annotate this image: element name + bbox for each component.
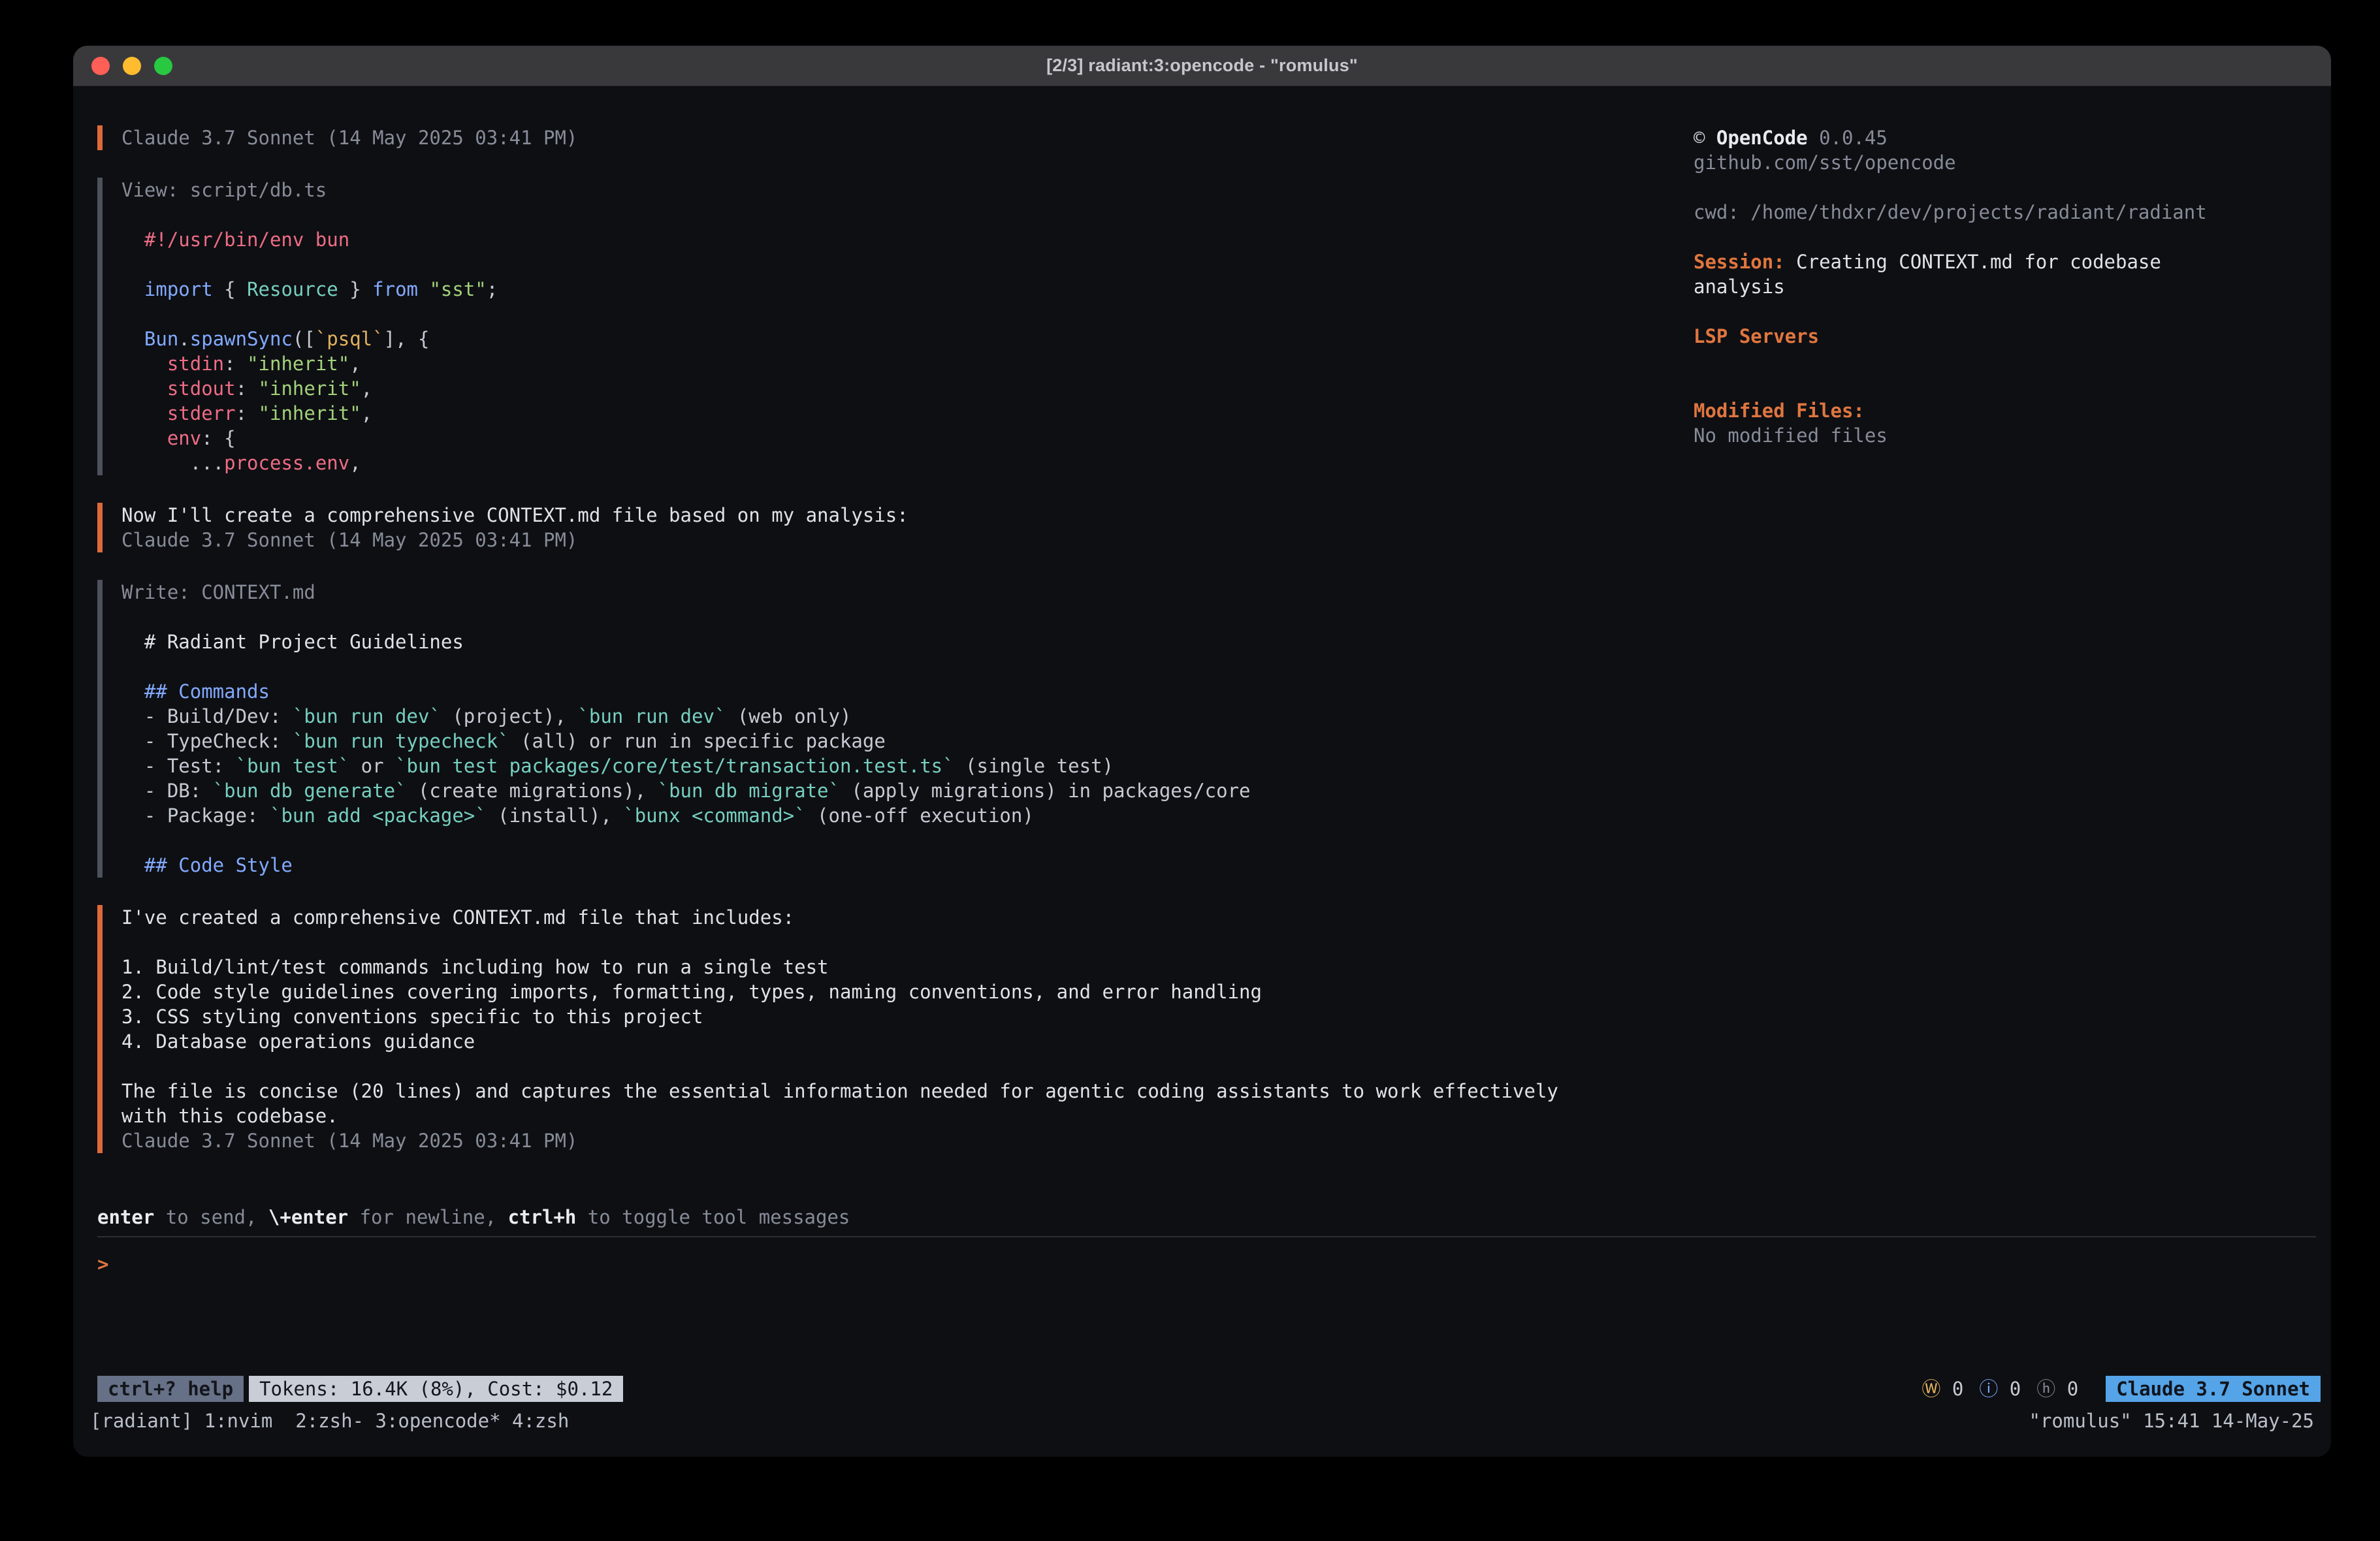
warnings-icon: Ⓦ: [1922, 1378, 1940, 1400]
text-line: 4. Database operations guidance: [121, 1029, 1694, 1054]
text-line: - Build/Dev: `bun run dev` (project), `b…: [121, 704, 1694, 729]
text-line: analysis: [1694, 274, 2331, 299]
text-line: 3. CSS styling conventions specific to t…: [121, 1004, 1694, 1029]
hints-icon: ⓗ: [2036, 1378, 2055, 1400]
tmux-host-time: "romulus" 15:41 14-May-25: [2029, 1408, 2315, 1433]
assistant-message-block: Claude 3.7 Sonnet (14 May 2025 03:41 PM): [97, 125, 1694, 150]
text-line: Session: Creating CONTEXT.md for codebas…: [1694, 249, 2331, 274]
text-line: [1694, 225, 2331, 249]
text-line: [121, 605, 1694, 629]
text-line: with this codebase.: [121, 1104, 1694, 1128]
diagnostic-info: ⓘ 0: [1979, 1376, 2021, 1401]
status-bar: ctrl+? help Tokens: 16.4K (8%), Cost: $0…: [73, 1374, 2331, 1403]
text-line: Now I'll create a comprehensive CONTEXT.…: [121, 503, 1694, 528]
sidebar-lines: © OpenCode 0.0.45github.com/sst/opencode…: [1694, 125, 2331, 448]
prompt-symbol: >: [97, 1253, 108, 1275]
text-line: #!/usr/bin/env bun: [121, 227, 1694, 252]
text-line: stdout: "inherit",: [121, 376, 1694, 401]
text-line: [1694, 175, 2331, 200]
text-line: 2. Code style guidelines covering import…: [121, 979, 1694, 1004]
text-line: stdin: "inherit",: [121, 351, 1694, 376]
session-sidebar: © OpenCode 0.0.45github.com/sst/opencode…: [1694, 125, 2331, 1205]
assistant-message-block: Now I'll create a comprehensive CONTEXT.…: [97, 503, 1694, 552]
text-line: Claude 3.7 Sonnet (14 May 2025 03:41 PM): [121, 125, 1694, 150]
diagnostic-hints: ⓗ 0: [2036, 1376, 2078, 1401]
text-line: Claude 3.7 Sonnet (14 May 2025 03:41 PM): [121, 528, 1694, 552]
text-line: stderr: "inherit",: [121, 401, 1694, 426]
text-line: Claude 3.7 Sonnet (14 May 2025 03:41 PM): [121, 1128, 1694, 1153]
text-line: LSP Servers: [1694, 324, 2331, 349]
input-area[interactable]: >: [73, 1237, 2331, 1374]
text-line: github.com/sst/opencode: [1694, 150, 2331, 175]
text-line: 1. Build/lint/test commands including ho…: [121, 955, 1694, 979]
text-line: [1694, 373, 2331, 398]
close-button[interactable]: [91, 57, 110, 75]
text-line: [121, 252, 1694, 277]
text-line: Write: CONTEXT.md: [121, 580, 1694, 605]
text-line: - Package: `bun add <package>` (install)…: [121, 803, 1694, 828]
text-line: [121, 202, 1694, 227]
tool-message-block: Write: CONTEXT.md # Radiant Project Guid…: [97, 580, 1694, 878]
terminal-window: [2/3] radiant:3:opencode - "romulus" Cla…: [73, 46, 2331, 1457]
text-line: View: script/db.ts: [121, 178, 1694, 202]
text-line: The file is concise (20 lines) and captu…: [121, 1079, 1694, 1104]
text-line: No modified files: [1694, 423, 2331, 448]
minimize-button[interactable]: [123, 57, 141, 75]
text-line: ## Code Style: [121, 853, 1694, 878]
main-area: Claude 3.7 Sonnet (14 May 2025 03:41 PM)…: [73, 86, 2331, 1205]
text-line: Bun.spawnSync([`psql`], {: [121, 326, 1694, 351]
text-line: - DB: `bun db generate` (create migratio…: [121, 778, 1694, 803]
text-line: [121, 654, 1694, 679]
tool-message-block: View: script/db.ts #!/usr/bin/env bun im…: [97, 178, 1694, 475]
input-hint: enter to send, \+enter for newline, ctrl…: [97, 1205, 2331, 1230]
text-line: [121, 930, 1694, 955]
traffic-lights: [91, 46, 172, 86]
text-line: ## Commands: [121, 679, 1694, 704]
window-title: [2/3] radiant:3:opencode - "romulus": [1046, 56, 1358, 76]
help-shortcut-chip[interactable]: ctrl+? help: [97, 1376, 244, 1402]
text-line: - TypeCheck: `bun run typecheck` (all) o…: [121, 729, 1694, 754]
text-line: © OpenCode 0.0.45: [1694, 125, 2331, 150]
window-titlebar: [2/3] radiant:3:opencode - "romulus": [73, 46, 2331, 86]
text-line: cwd: /home/thdxr/dev/projects/radiant/ra…: [1694, 200, 2331, 225]
diagnostic-warnings: Ⓦ 0: [1922, 1376, 1963, 1401]
tmux-status-bar: [radiant] 1:nvim 2:zsh- 3:opencode* 4:zs…: [73, 1407, 2331, 1435]
chat-blocks: Claude 3.7 Sonnet (14 May 2025 03:41 PM)…: [73, 125, 1694, 1205]
text-line: [121, 1054, 1694, 1079]
text-line: Modified Files:: [1694, 398, 2331, 423]
text-line: - Test: `bun test` or `bun test packages…: [121, 754, 1694, 778]
text-line: env: {: [121, 426, 1694, 451]
diagnostics-counters: Ⓦ 0 ⓘ 0 ⓗ 0: [1922, 1376, 2094, 1401]
tokens-cost-indicator: Tokens: 16.4K (8%), Cost: $0.12: [249, 1376, 623, 1402]
assistant-message-block: I've created a comprehensive CONTEXT.md …: [97, 905, 1694, 1153]
text-line: ...process.env,: [121, 451, 1694, 475]
model-badge[interactable]: Claude 3.7 Sonnet: [2106, 1376, 2321, 1402]
text-line: [1694, 299, 2331, 324]
text-line: import { Resource } from "sst";: [121, 277, 1694, 302]
terminal-content: Claude 3.7 Sonnet (14 May 2025 03:41 PM)…: [73, 86, 2331, 1457]
info-icon: ⓘ: [1979, 1378, 1998, 1400]
text-line: [121, 828, 1694, 853]
tmux-session-windows[interactable]: [radiant] 1:nvim 2:zsh- 3:opencode* 4:zs…: [90, 1408, 569, 1433]
text-line: I've created a comprehensive CONTEXT.md …: [121, 905, 1694, 930]
zoom-button[interactable]: [154, 57, 172, 75]
text-line: [121, 302, 1694, 326]
text-line: # Radiant Project Guidelines: [121, 629, 1694, 654]
text-line: [1694, 349, 2331, 373]
